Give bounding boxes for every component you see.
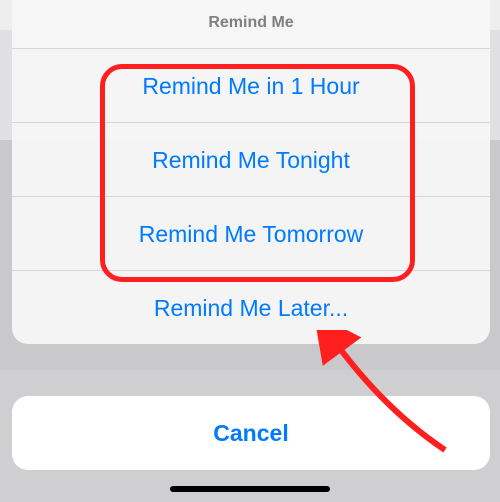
option-remind-later[interactable]: Remind Me Later... bbox=[12, 270, 490, 344]
home-indicator bbox=[170, 486, 330, 492]
action-sheet: Remind Me Remind Me in 1 Hour Remind Me … bbox=[12, 0, 490, 344]
option-remind-tonight[interactable]: Remind Me Tonight bbox=[12, 122, 490, 196]
cancel-button[interactable]: Cancel bbox=[12, 396, 490, 470]
option-remind-1-hour[interactable]: Remind Me in 1 Hour bbox=[12, 48, 490, 122]
sheet-title: Remind Me bbox=[12, 0, 490, 48]
option-remind-tomorrow[interactable]: Remind Me Tomorrow bbox=[12, 196, 490, 270]
